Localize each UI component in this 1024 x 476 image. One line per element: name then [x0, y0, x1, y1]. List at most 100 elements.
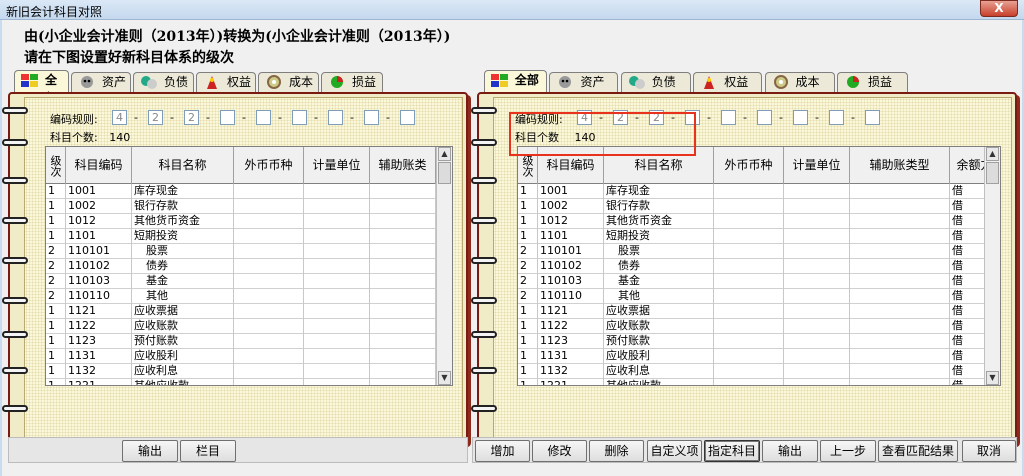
right-tab-strip: 全部 资产 负债 权益 成本 损益: [477, 70, 1017, 93]
table-cell: [850, 319, 950, 334]
column-header[interactable]: 级次: [46, 147, 66, 184]
table-row[interactable]: 1 1122 应收账款借: [518, 319, 1000, 334]
column-header[interactable]: 辅助账类: [370, 147, 436, 184]
scroll-up-arrow[interactable]: ▲: [438, 147, 451, 161]
edit-button[interactable]: 修改: [532, 440, 587, 462]
coding-rule-segment-8[interactable]: [364, 110, 379, 125]
table-cell: 应收账款: [132, 319, 234, 334]
coding-rule-segment-9[interactable]: [865, 110, 880, 125]
table-cell: 1002: [66, 199, 132, 214]
table-row[interactable]: 1 1221 其他应收款: [46, 379, 436, 385]
table-row[interactable]: 1 1101 短期投资: [46, 229, 436, 244]
table-row[interactable]: 1 1012 其他货币资金: [46, 214, 436, 229]
binder-ring: [2, 297, 28, 304]
add-button[interactable]: 增加: [475, 440, 530, 462]
column-header[interactable]: 计量单位: [784, 147, 850, 184]
table-row[interactable]: 1 1012 其他货币资金借: [518, 214, 1000, 229]
table-row[interactable]: 2 110110 其他: [46, 289, 436, 304]
column-header[interactable]: 辅助账类型: [850, 147, 950, 184]
tab-profit-loss[interactable]: 损益: [836, 72, 909, 92]
scroll-thumb[interactable]: [438, 162, 451, 184]
table-row[interactable]: 2 110103 基金借: [518, 274, 1000, 289]
coding-rule-segment-3[interactable]: 2: [184, 110, 199, 125]
table-row[interactable]: 1 1001 库存现金借: [518, 184, 1000, 199]
column-header[interactable]: 计量单位: [304, 147, 370, 184]
cancel-button[interactable]: 取消: [962, 440, 1016, 462]
coding-rule-segment-1[interactable]: 4: [112, 110, 127, 125]
table-row[interactable]: 2 110102 债券借: [518, 259, 1000, 274]
tab-label: 权益: [724, 75, 749, 89]
table-header: 级次 科目编码 科目名称 外币币种 计量单位 辅助账类: [46, 147, 436, 184]
coding-rule-segment-9[interactable]: [400, 110, 415, 125]
table-row[interactable]: 1 1101 短期投资借: [518, 229, 1000, 244]
column-header[interactable]: 外币币种: [234, 147, 304, 184]
tab-label: 资产: [580, 75, 605, 89]
table-cell: 债券: [604, 259, 714, 274]
tab-liability[interactable]: 负债: [620, 72, 691, 92]
coding-rule-segment-5[interactable]: [256, 110, 271, 125]
column-header[interactable]: 科目名称: [132, 147, 234, 184]
custom-items-button[interactable]: 自定义项: [647, 440, 702, 462]
coding-rule-segment-8[interactable]: [829, 110, 844, 125]
coding-rule-segment-2[interactable]: 2: [148, 110, 163, 125]
new-subjects-table[interactable]: 级次 科目编码 科目名称 外币币种 计量单位 辅助账类型 余额方 1 1001 库存现金借 1 100…: [517, 146, 1001, 386]
table-row[interactable]: 1 1221 其他应收款借: [518, 379, 1000, 385]
table-row[interactable]: 1 1132 应收利息借: [518, 364, 1000, 379]
table-row[interactable]: 1 1121 应收票据借: [518, 304, 1000, 319]
table-row[interactable]: 1 1131 应收股利: [46, 349, 436, 364]
tab-profit-loss[interactable]: 损益: [321, 72, 383, 92]
table-row[interactable]: 1 1123 预付账款借: [518, 334, 1000, 349]
delete-button[interactable]: 删除: [589, 440, 644, 462]
coding-rule-segment-4[interactable]: [220, 110, 235, 125]
table-cell: [714, 349, 784, 364]
table-row[interactable]: 1 1123 预付账款: [46, 334, 436, 349]
table-cell: 1121: [66, 304, 132, 319]
column-header[interactable]: 科目编码: [66, 147, 132, 184]
table-row[interactable]: 1 1132 应收利息: [46, 364, 436, 379]
scroll-up-arrow[interactable]: ▲: [986, 147, 999, 161]
table-row[interactable]: 2 110110 其他借: [518, 289, 1000, 304]
scroll-down-arrow[interactable]: ▼: [986, 371, 999, 385]
table-row[interactable]: 2 110101 股票: [46, 244, 436, 259]
table-row[interactable]: 1 1001 库存现金: [46, 184, 436, 199]
vertical-scrollbar[interactable]: ▲ ▼: [984, 147, 1000, 385]
old-subjects-table[interactable]: 级次 科目编码 科目名称 外币币种 计量单位 辅助账类 1 1001 库存现金 1 1002 银行存款…: [45, 146, 453, 386]
column-header[interactable]: 外币币种: [714, 147, 784, 184]
tab-equity[interactable]: 权益: [693, 72, 763, 92]
tab-equity[interactable]: 权益: [196, 72, 256, 92]
table-cell: 债券: [132, 259, 234, 274]
tab-asset[interactable]: 资产: [549, 72, 619, 92]
columns-button[interactable]: 栏目: [180, 440, 236, 462]
table-row[interactable]: 1 1121 应收票据: [46, 304, 436, 319]
vertical-scrollbar[interactable]: ▲ ▼: [436, 147, 452, 385]
table-row[interactable]: 2 110103 基金: [46, 274, 436, 289]
export-button-left[interactable]: 输出: [122, 440, 178, 462]
coding-rule-segment-6[interactable]: [292, 110, 307, 125]
assign-subject-button[interactable]: 指定科目: [704, 440, 760, 462]
coding-rule-segment-7[interactable]: [793, 110, 808, 125]
coding-rule-segment-7[interactable]: [328, 110, 343, 125]
scroll-down-arrow[interactable]: ▼: [438, 371, 451, 385]
table-cell: 1131: [66, 349, 132, 364]
table-row[interactable]: 2 110101 股票借: [518, 244, 1000, 259]
table-row[interactable]: 1 1002 银行存款: [46, 199, 436, 214]
tab-all[interactable]: 全部: [14, 70, 69, 105]
table-row[interactable]: 1 1002 银行存款借: [518, 199, 1000, 214]
tab-cost[interactable]: 成本: [258, 72, 319, 92]
close-button[interactable]: X: [980, 0, 1018, 17]
table-row[interactable]: 1 1122 应收账款: [46, 319, 436, 334]
previous-step-button[interactable]: 上一步: [820, 440, 876, 462]
coding-rule-segment-6[interactable]: [757, 110, 772, 125]
tab-cost[interactable]: 成本: [764, 72, 835, 92]
export-button-right[interactable]: 输出: [762, 440, 818, 462]
tab-all[interactable]: 全部: [483, 70, 548, 93]
asset-icon: [77, 75, 97, 90]
tab-asset[interactable]: 资产: [71, 72, 131, 92]
table-cell: 基金: [132, 274, 234, 289]
view-match-results-button[interactable]: 查看匹配结果: [878, 440, 958, 462]
table-row[interactable]: 2 110102 债券: [46, 259, 436, 274]
table-row[interactable]: 1 1131 应收股利借: [518, 349, 1000, 364]
scroll-thumb[interactable]: [986, 162, 999, 184]
tab-liability[interactable]: 负债: [133, 72, 194, 92]
coding-rule-segment-5[interactable]: [721, 110, 736, 125]
